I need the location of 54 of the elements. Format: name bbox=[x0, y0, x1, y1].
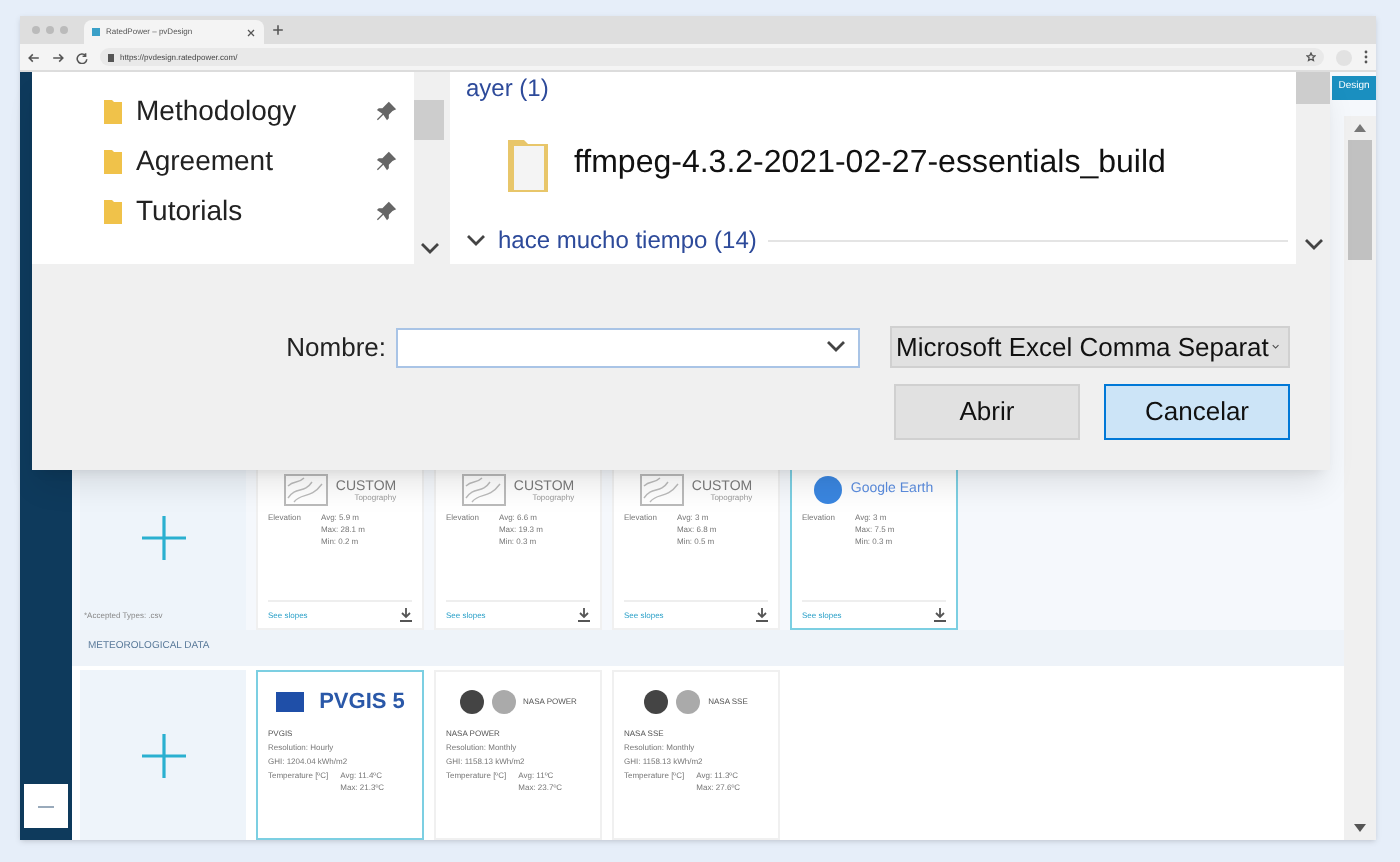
logo-text: PVGIS 5 bbox=[319, 687, 405, 718]
pin-icon bbox=[376, 150, 398, 172]
file-type-dropdown[interactable]: Microsoft Excel Comma Separat bbox=[890, 326, 1290, 368]
scroll-down-icon[interactable] bbox=[1354, 824, 1366, 832]
scrollbar-thumb[interactable] bbox=[414, 100, 444, 140]
expand-icon[interactable] bbox=[466, 233, 486, 247]
agency-logo-icon bbox=[459, 690, 484, 714]
pin-icon bbox=[376, 200, 398, 222]
folder-icon bbox=[104, 148, 122, 174]
group-header[interactable]: hace mucho tiempo (14) bbox=[466, 226, 1288, 254]
contour-map-icon bbox=[461, 474, 506, 506]
reload-icon[interactable] bbox=[76, 51, 88, 63]
folder-item[interactable]: Methodology bbox=[104, 92, 398, 130]
scroll-up-icon[interactable] bbox=[1354, 124, 1366, 132]
new-tab-icon[interactable] bbox=[272, 24, 284, 36]
download-icon[interactable] bbox=[578, 608, 590, 622]
files-scrollbar[interactable] bbox=[1296, 72, 1330, 264]
group-header[interactable]: ayer (1) bbox=[466, 74, 1288, 102]
page-scrollbar[interactable] bbox=[1344, 116, 1376, 840]
close-icon[interactable] bbox=[246, 27, 256, 37]
dropdown-icon[interactable] bbox=[826, 340, 846, 354]
file-item[interactable]: ffmpeg-4.3.2-2021-02-27-essentials_build bbox=[466, 102, 1288, 226]
nav-scrollbar[interactable] bbox=[414, 72, 444, 264]
star-icon[interactable] bbox=[1306, 52, 1316, 62]
add-icon[interactable] bbox=[141, 515, 185, 559]
pin-icon bbox=[376, 100, 398, 122]
flag-icon bbox=[275, 692, 304, 712]
scroll-down-icon[interactable] bbox=[1303, 238, 1323, 252]
globe-icon bbox=[814, 476, 843, 504]
scroll-down-icon[interactable] bbox=[419, 242, 439, 256]
name-label: Nombre: bbox=[286, 329, 386, 366]
scrollbar-thumb[interactable] bbox=[1296, 72, 1330, 104]
dialog-button[interactable]: Abrir bbox=[894, 384, 1080, 440]
agency-logo-icon bbox=[676, 690, 701, 714]
add-icon[interactable] bbox=[141, 733, 185, 777]
download-icon[interactable] bbox=[934, 608, 946, 622]
contour-map-icon bbox=[283, 474, 328, 506]
folder-icon bbox=[104, 98, 122, 124]
forward-icon[interactable] bbox=[52, 51, 64, 63]
contour-map-icon bbox=[639, 474, 684, 506]
folder-item[interactable]: Agreement bbox=[104, 142, 398, 180]
name-input[interactable] bbox=[396, 327, 860, 367]
folder-icon bbox=[104, 198, 122, 224]
dialog-button[interactable]: Cancelar bbox=[1104, 384, 1290, 440]
folder-icon bbox=[506, 134, 550, 194]
scrollbar-thumb[interactable] bbox=[1348, 140, 1372, 260]
download-icon[interactable] bbox=[756, 608, 768, 622]
lock-icon bbox=[108, 53, 114, 61]
agency-logo-icon bbox=[491, 690, 516, 714]
agency-logo-icon bbox=[644, 690, 669, 714]
folder-item[interactable]: Tutorials bbox=[104, 192, 398, 230]
back-icon[interactable] bbox=[28, 51, 40, 63]
download-icon[interactable] bbox=[400, 608, 412, 622]
tab-favicon-icon bbox=[92, 28, 100, 36]
